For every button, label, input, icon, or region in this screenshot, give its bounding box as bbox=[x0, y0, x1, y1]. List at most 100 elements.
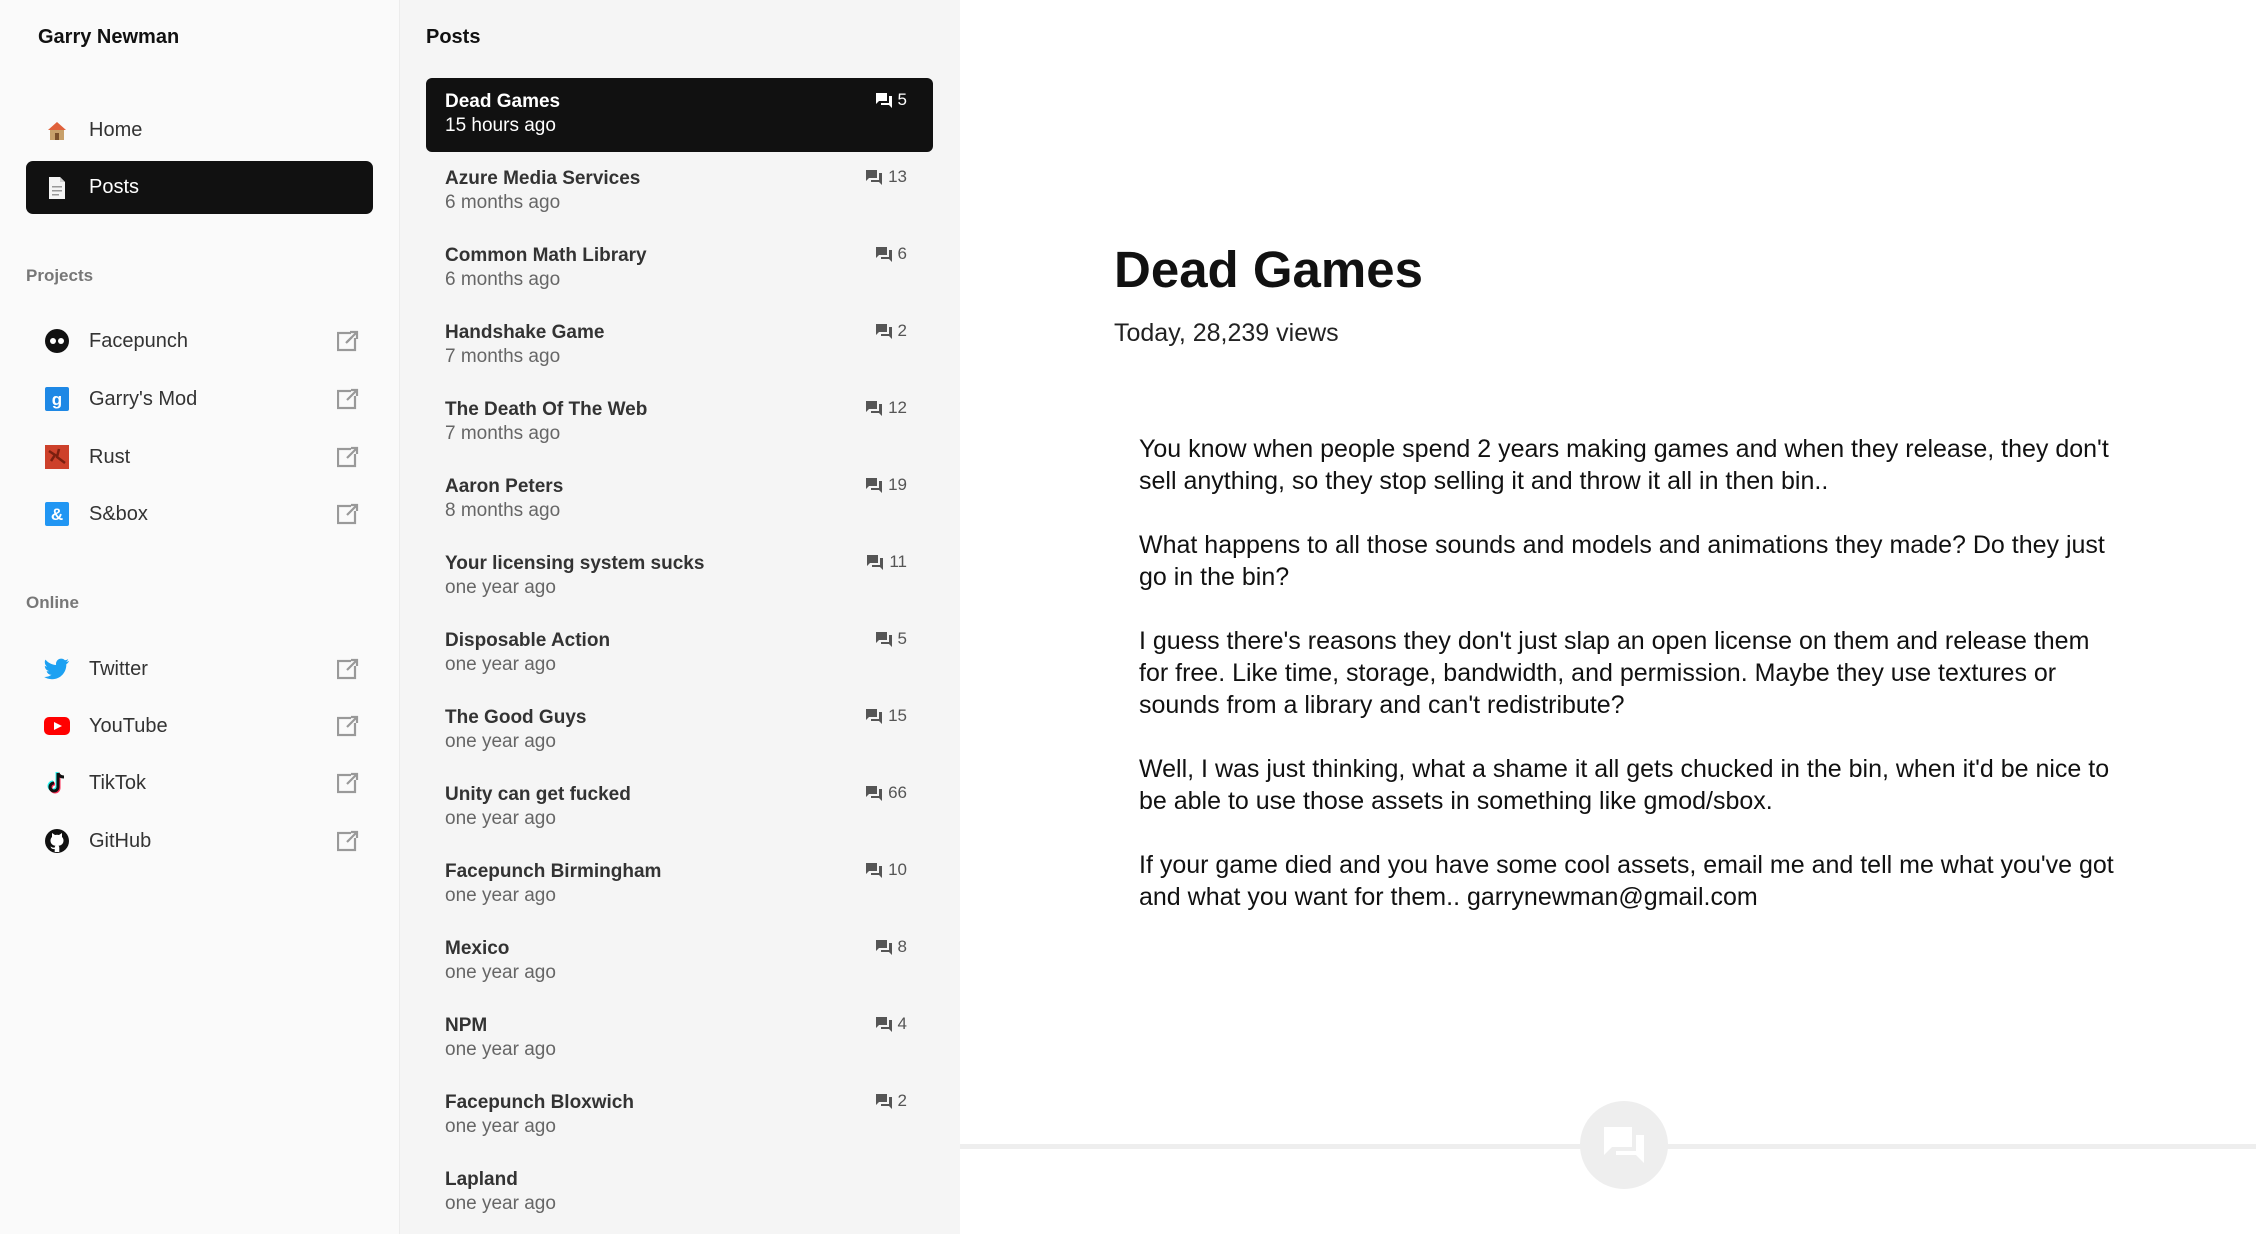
online-github[interactable]: GitHub bbox=[26, 816, 373, 866]
post-item[interactable]: Azure Media Services 6 months ago 13 bbox=[426, 155, 933, 229]
post-item[interactable]: Aaron Peters 8 months ago 19 bbox=[426, 463, 933, 537]
post-item[interactable]: The Death Of The Web 7 months ago 12 bbox=[426, 386, 933, 460]
svg-text:&: & bbox=[51, 505, 63, 524]
project-label: Garry's Mod bbox=[89, 387, 198, 410]
project-label: S&box bbox=[89, 502, 148, 525]
project-garrys-mod[interactable]: g Garry's Mod bbox=[26, 374, 373, 424]
online-twitter[interactable]: Twitter bbox=[26, 644, 373, 694]
post-title: Unity can get fucked bbox=[445, 784, 631, 805]
comment-icon bbox=[866, 708, 883, 724]
post-item[interactable]: Facepunch Birmingham one year ago 10 bbox=[426, 848, 933, 922]
comment-count: 4 bbox=[875, 1014, 907, 1034]
post-title: Mexico bbox=[445, 938, 510, 959]
post-title: The Death Of The Web bbox=[445, 399, 648, 420]
comment-count-value: 6 bbox=[897, 244, 907, 263]
online-youtube[interactable]: YouTube bbox=[26, 701, 373, 751]
post-item[interactable]: Unity can get fucked one year ago 66 bbox=[426, 771, 933, 845]
comment-count: 15 bbox=[866, 706, 907, 726]
post-title: NPM bbox=[445, 1015, 488, 1036]
comment-count-value: 12 bbox=[888, 398, 907, 417]
nav-home[interactable]: Home bbox=[26, 104, 373, 157]
post-item[interactable]: Common Math Library 6 months ago 6 bbox=[426, 232, 933, 306]
comment-icon bbox=[866, 400, 883, 416]
post-date: one year ago bbox=[445, 1116, 556, 1137]
post-date: 6 months ago bbox=[445, 269, 561, 290]
comment-count: 10 bbox=[866, 860, 907, 880]
comments-button[interactable] bbox=[1580, 1101, 1668, 1189]
project-facepunch[interactable]: Facepunch bbox=[26, 316, 373, 366]
comment-count-value: 15 bbox=[888, 706, 907, 725]
comment-count: 2 bbox=[875, 1091, 907, 1111]
nav-home-label: Home bbox=[89, 119, 143, 141]
comment-count-value: 13 bbox=[888, 167, 907, 186]
article-paragraph: You know when people spend 2 years makin… bbox=[1139, 435, 2109, 495]
online-tiktok[interactable]: TikTok bbox=[26, 758, 373, 808]
post-date: 15 hours ago bbox=[445, 115, 556, 136]
post-item[interactable]: Mexico one year ago 8 bbox=[426, 925, 933, 999]
github-icon bbox=[44, 828, 70, 854]
post-title: Disposable Action bbox=[445, 630, 611, 651]
external-link-icon bbox=[337, 658, 359, 680]
article-paragraph: If your game died and you have some cool… bbox=[1139, 851, 2114, 911]
comment-icon bbox=[875, 1016, 892, 1032]
post-title: Facepunch Bloxwich bbox=[445, 1092, 634, 1113]
external-link-icon bbox=[337, 830, 359, 852]
comment-count: 12 bbox=[866, 398, 907, 418]
post-item[interactable]: Handshake Game 7 months ago 2 bbox=[426, 309, 933, 383]
post-item[interactable]: Dead Games 15 hours ago 5 bbox=[426, 78, 933, 152]
project-rust[interactable]: Rust bbox=[26, 432, 373, 482]
online-label-text: TikTok bbox=[89, 771, 147, 794]
online-label: Online bbox=[26, 593, 79, 612]
comment-count: 13 bbox=[866, 167, 907, 187]
post-item[interactable]: Your licensing system sucks one year ago 1… bbox=[426, 540, 933, 614]
post-item[interactable]: Facepunch Bloxwich one year ago 2 bbox=[426, 1079, 933, 1153]
comment-icon bbox=[875, 939, 892, 955]
post-title: Your licensing system sucks bbox=[445, 553, 705, 574]
comment-count-value: 10 bbox=[888, 860, 907, 879]
rust-icon bbox=[44, 444, 70, 470]
post-date: one year ago bbox=[445, 962, 556, 983]
post-date: one year ago bbox=[445, 885, 556, 906]
external-link-icon bbox=[337, 446, 359, 468]
nav-posts[interactable]: Posts bbox=[26, 161, 373, 214]
comments-icon bbox=[1604, 1127, 1644, 1163]
comment-count-value: 4 bbox=[897, 1014, 907, 1033]
article-panel: Dead Games Today, 28,239 views You know … bbox=[960, 0, 2256, 1234]
post-title: Dead Games bbox=[445, 91, 561, 112]
post-title: Facepunch Birmingham bbox=[445, 861, 662, 882]
comment-icon bbox=[875, 1093, 892, 1109]
post-item[interactable]: The Good Guys one year ago 15 bbox=[426, 694, 933, 768]
post-item[interactable]: NPM one year ago 4 bbox=[426, 1002, 933, 1076]
comment-count: 11 bbox=[867, 552, 907, 572]
post-date: one year ago bbox=[445, 1039, 556, 1060]
project-label: Facepunch bbox=[89, 329, 188, 352]
comment-icon bbox=[866, 785, 883, 801]
article-paragraph: Well, I was just thinking, what a shame … bbox=[1139, 755, 2110, 815]
garrys-mod-icon: g bbox=[44, 386, 70, 412]
project-sbox[interactable]: & S&box bbox=[26, 489, 373, 539]
comment-icon bbox=[866, 169, 883, 185]
post-title: Azure Media Services bbox=[445, 168, 641, 189]
comment-count: 5 bbox=[875, 629, 907, 649]
projects-label: Projects bbox=[26, 266, 94, 285]
app-root: Garry Newman Home Posts Projects Facepun… bbox=[0, 0, 2256, 1234]
post-item[interactable]: Lapland one year ago bbox=[426, 1156, 933, 1230]
post-date: one year ago bbox=[445, 577, 556, 598]
post-date: 8 months ago bbox=[445, 500, 561, 521]
comment-icon bbox=[875, 92, 892, 108]
nav-posts-label: Posts bbox=[89, 176, 140, 198]
external-link-icon bbox=[337, 772, 359, 794]
house-icon bbox=[44, 118, 70, 144]
youtube-icon bbox=[44, 713, 70, 739]
external-link-icon bbox=[337, 503, 359, 525]
comment-count-value: 2 bbox=[897, 1091, 907, 1110]
comment-count-value: 5 bbox=[897, 629, 907, 648]
comment-count-value: 5 bbox=[897, 90, 907, 109]
post-date: 6 months ago bbox=[445, 192, 561, 213]
external-link-icon bbox=[337, 715, 359, 737]
tiktok-icon bbox=[44, 770, 70, 796]
post-date: one year ago bbox=[445, 654, 556, 675]
comment-count-value: 8 bbox=[897, 937, 907, 956]
post-item[interactable]: Disposable Action one year ago 5 bbox=[426, 617, 933, 691]
site-title[interactable]: Garry Newman bbox=[38, 26, 179, 49]
